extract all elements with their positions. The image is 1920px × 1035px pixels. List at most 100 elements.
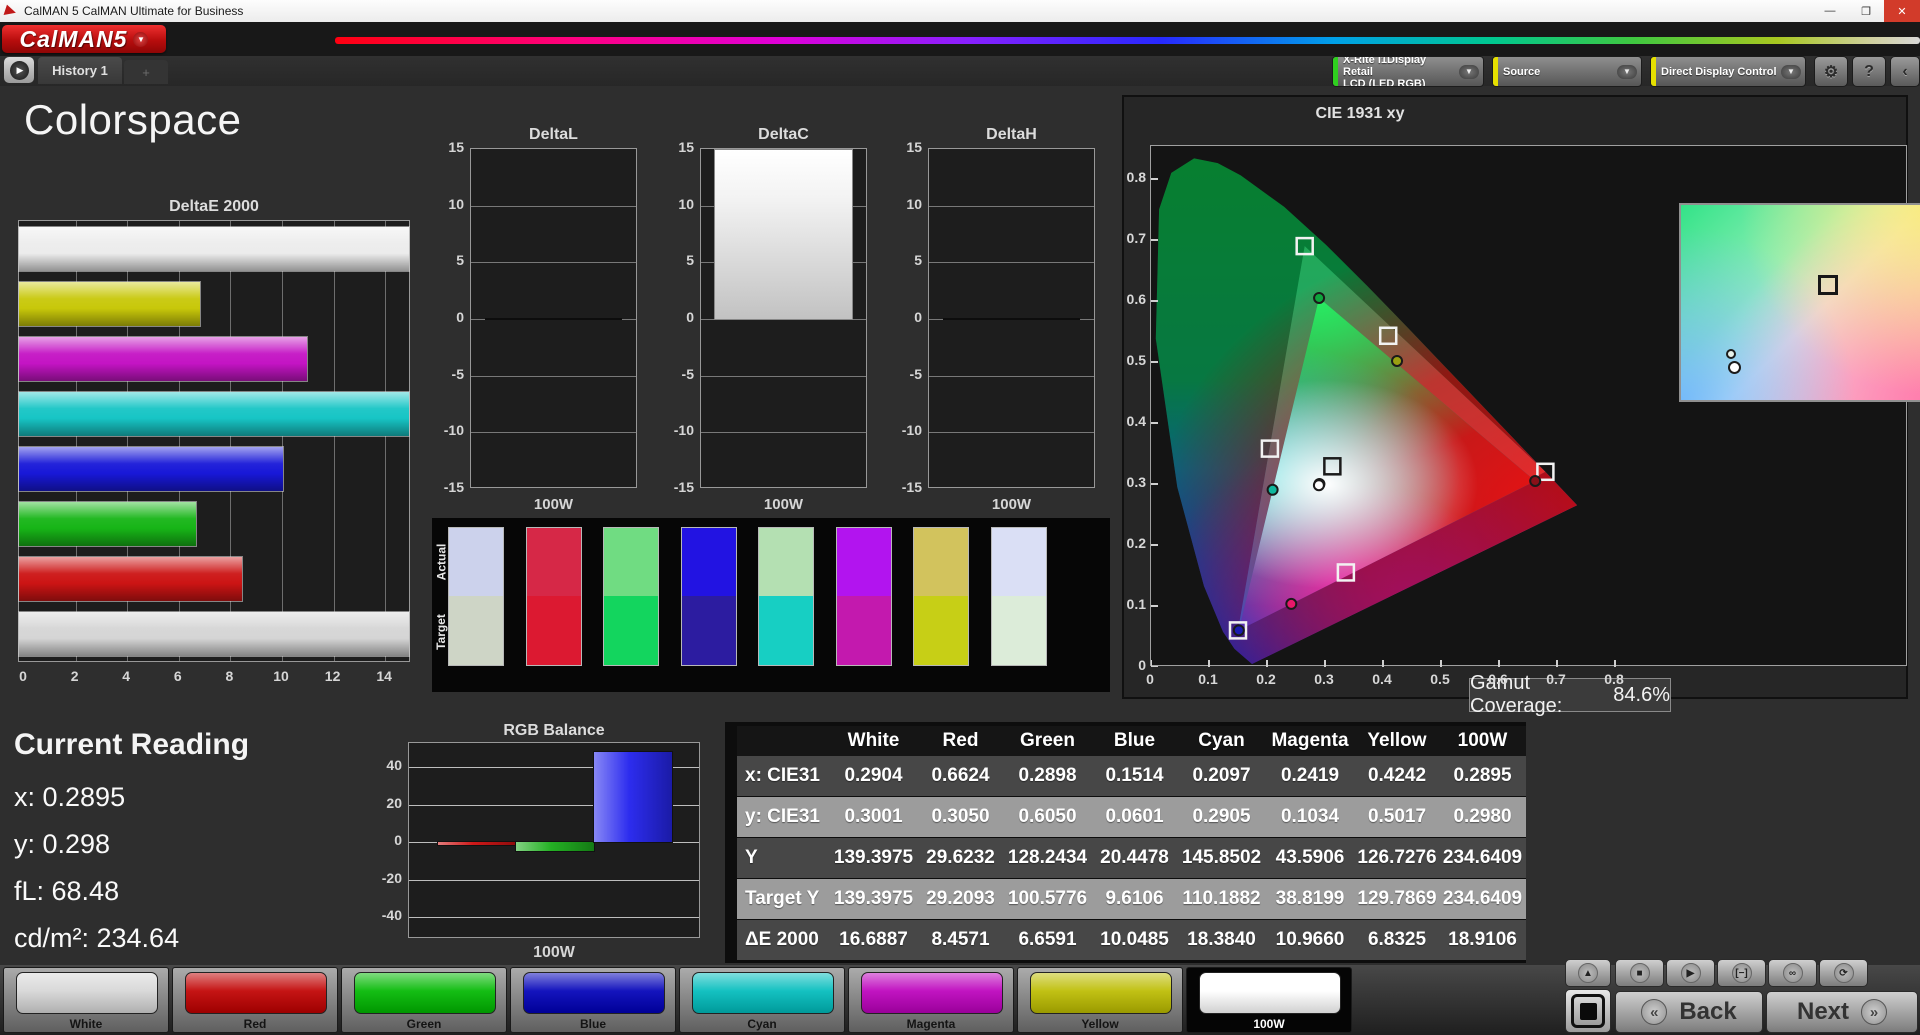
calman-logo-menu[interactable]: CalMAN5 ▼	[2, 25, 166, 53]
cie-measured-100w	[1314, 480, 1324, 490]
help-button[interactable]: ?	[1852, 56, 1886, 87]
pattern-button-red[interactable]: Red	[172, 967, 338, 1033]
table-cell: 20.4478	[1091, 838, 1178, 878]
back-button[interactable]: « Back	[1615, 991, 1763, 1033]
swatch-target-cyan	[758, 596, 814, 666]
table-row-5: ΔE 200016.68878.45716.659110.048518.3840…	[737, 920, 1526, 960]
pattern-color-patch	[16, 972, 158, 1014]
deltaH-x-label: 100W	[928, 496, 1095, 513]
measurement-table: WhiteRedGreenBlueCyanMagentaYellow100Wx:…	[725, 722, 1526, 963]
logo-dropdown-icon: ▼	[133, 32, 148, 47]
loop-button[interactable]: ∞	[1768, 959, 1817, 987]
gridline	[471, 489, 636, 490]
pattern-button-cyan[interactable]: Cyan	[679, 967, 845, 1033]
meter-dropdown-label-line1: X-Rite i1Display Retail	[1343, 56, 1457, 78]
pattern-color-patch	[1199, 972, 1341, 1014]
delta-tick-label: -10	[886, 422, 922, 438]
inset-measured-point-icon	[1728, 361, 1741, 374]
delta-tick-label: -5	[886, 366, 922, 382]
actual-axis-label: Actual	[433, 527, 449, 596]
stop-button[interactable]: ■	[1615, 959, 1664, 987]
table-row-label: ΔE 2000	[737, 920, 830, 960]
play-arrow-icon: ▶	[10, 61, 29, 80]
cie-y-tick-label: 0.4	[1112, 413, 1146, 429]
pattern-button-green[interactable]: Green	[341, 967, 507, 1033]
gridline	[334, 221, 335, 661]
chevron-down-icon: ▼	[1781, 65, 1801, 79]
delta-tick-label: 15	[428, 139, 464, 155]
panel-expand-button[interactable]: ▲	[1565, 959, 1611, 987]
meter-dropdown[interactable]: X-Rite i1Display Retail LCD (LED RGB) ▼	[1332, 56, 1484, 87]
gridline	[929, 489, 1094, 490]
delta-tick-label: 15	[886, 139, 922, 155]
gridline	[929, 262, 1094, 263]
deltal-chart-plot	[470, 148, 637, 488]
deltae-tick-label: 2	[65, 668, 85, 684]
cie-y-tick-label: 0.3	[1112, 474, 1146, 490]
table-cell: 0.5017	[1355, 797, 1439, 837]
pattern-button-blue[interactable]: Blue	[510, 967, 676, 1033]
deltaC-bar-100w	[715, 150, 852, 319]
deltae-tick-label: 6	[168, 668, 188, 684]
add-tab-button[interactable]: +	[124, 60, 168, 84]
swatch-column-magenta: Magenta	[836, 527, 892, 666]
rgb-bar-green	[516, 842, 594, 851]
pattern-button-magenta[interactable]: Magenta	[848, 967, 1014, 1033]
rgb-x-label: 100W	[408, 944, 700, 962]
pattern-color-patch	[1030, 972, 1172, 1014]
refresh-icon: ⟳	[1834, 963, 1854, 983]
table-cell: 0.1514	[1091, 756, 1178, 796]
chevron-double-left-icon: «	[1641, 999, 1667, 1025]
play-button[interactable]: ▶	[1666, 959, 1715, 987]
app-header: CalMAN5 ▼	[0, 22, 1920, 56]
deltah-chart-title: DeltaH	[928, 126, 1095, 144]
table-cell: 29.6232	[917, 838, 1004, 878]
settings-button[interactable]: ⚙	[1814, 56, 1848, 87]
delta-tick-label: 0	[886, 309, 922, 325]
step-button[interactable]: [−]	[1717, 959, 1766, 987]
pattern-button-yellow[interactable]: Yellow	[1017, 967, 1183, 1033]
minimize-button[interactable]: —	[1812, 0, 1848, 22]
deltae-bar-red	[19, 557, 242, 601]
current-reading-value: cd/m²: 234.64	[14, 923, 179, 954]
delta-tick-label: -15	[428, 479, 464, 495]
display-control-dropdown[interactable]: Direct Display Control ▼	[1650, 56, 1806, 87]
pattern-button-100w[interactable]: 100W	[1186, 967, 1352, 1033]
tab-history-1[interactable]: History 1	[38, 57, 122, 84]
table-row-label: y: CIE31	[737, 797, 830, 837]
gridline	[929, 376, 1094, 377]
pattern-button-label: Magenta	[849, 1017, 1013, 1031]
close-button[interactable]: ✕	[1884, 0, 1920, 22]
swatch-column-green: Green	[603, 527, 659, 666]
gridline	[471, 376, 636, 377]
gridline	[701, 319, 866, 320]
gridline	[701, 489, 866, 490]
source-dropdown[interactable]: Source ▼	[1492, 56, 1642, 87]
cie-measured-green	[1314, 293, 1324, 303]
layout-nav-button[interactable]: ▶	[4, 57, 34, 83]
delta-tick-label: 5	[886, 252, 922, 268]
maximize-button[interactable]: ❐	[1848, 0, 1884, 22]
table-header-cell: White	[830, 726, 917, 756]
pattern-button-white[interactable]: White	[3, 967, 169, 1033]
gridline	[471, 262, 636, 263]
page-title: Colorspace	[24, 96, 241, 144]
gridline	[701, 432, 866, 433]
pattern-color-patch	[861, 972, 1003, 1014]
pattern-window-button[interactable]	[1565, 989, 1611, 1033]
window-title: CalMAN 5 CalMAN Ultimate for Business	[24, 4, 243, 18]
collapse-panel-button[interactable]: ‹	[1890, 56, 1920, 87]
swatch-actual-white	[448, 527, 504, 596]
table-cell: 0.0601	[1091, 797, 1178, 837]
current-reading-value: y: 0.298	[14, 829, 110, 860]
delta-tick-label: 5	[428, 252, 464, 268]
table-cell: 0.2419	[1265, 756, 1355, 796]
step-icon: [−]	[1732, 963, 1752, 983]
app-icon	[5, 5, 18, 18]
table-cell: 10.9660	[1265, 920, 1355, 960]
delta-tick-label: 5	[658, 252, 694, 268]
next-button[interactable]: Next »	[1766, 991, 1918, 1033]
table-cell: 0.2898	[1004, 756, 1091, 796]
deltah-chart-plot	[928, 148, 1095, 488]
refresh-button[interactable]: ⟳	[1819, 959, 1868, 987]
